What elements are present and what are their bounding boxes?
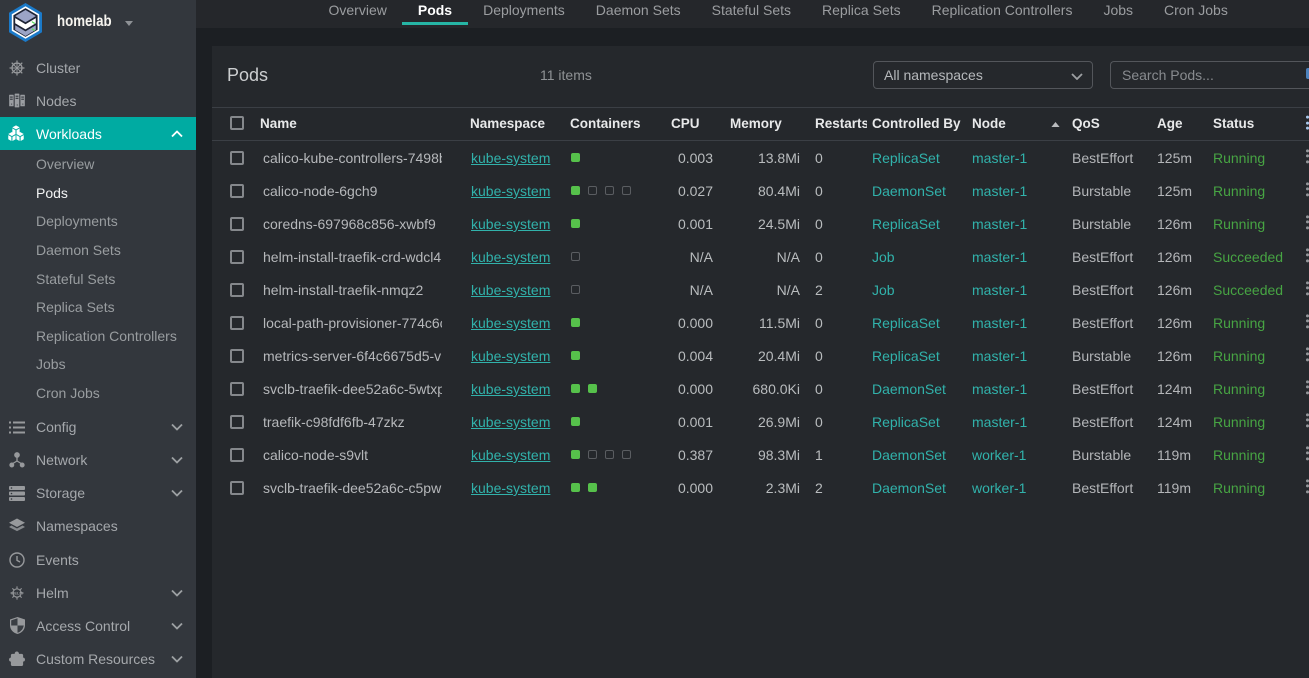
svg-text:HELM: HELM: [11, 590, 23, 595]
